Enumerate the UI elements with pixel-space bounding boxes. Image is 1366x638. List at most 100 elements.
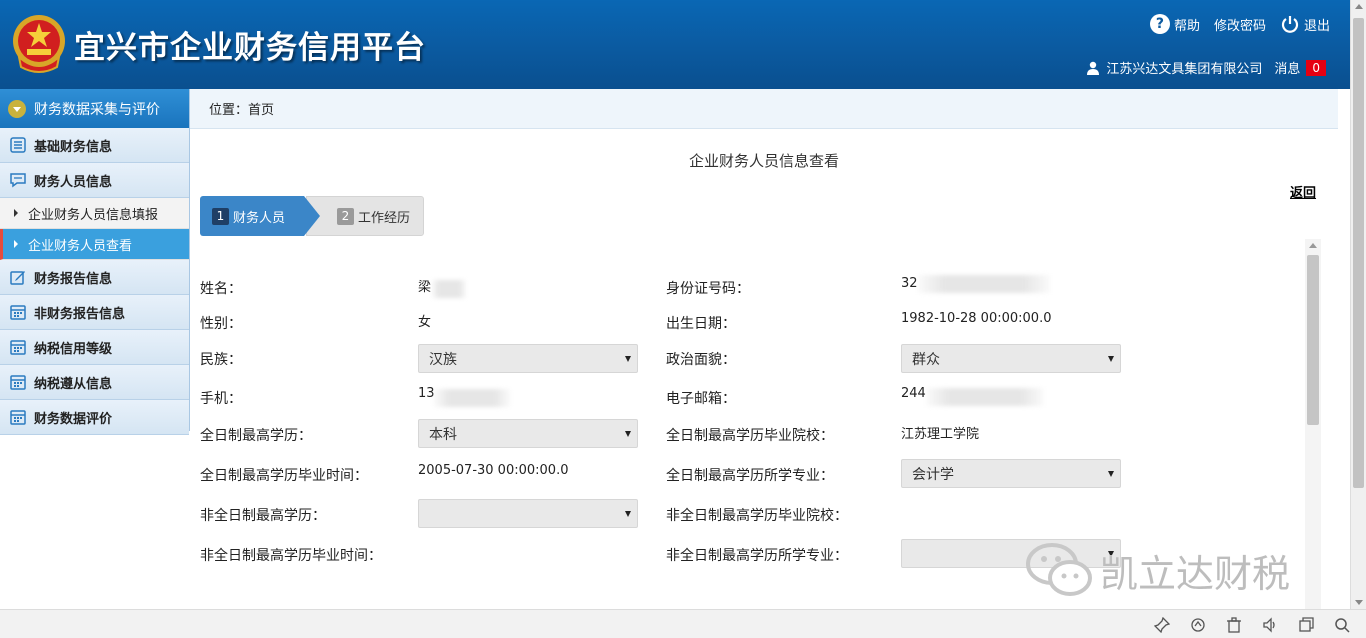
trash-icon[interactable]: [1226, 617, 1242, 633]
zoom-icon[interactable]: [1334, 617, 1350, 633]
select-value: 群众: [912, 351, 940, 368]
triangle-right-icon: [14, 240, 18, 248]
dropdown-caret-icon: [1108, 471, 1114, 477]
triangle-right-icon: [14, 209, 18, 217]
gender-value: 女: [418, 315, 432, 330]
parttime-education-select[interactable]: [418, 499, 638, 528]
sidebar-item-data-evaluation[interactable]: 财务数据评价: [0, 400, 189, 435]
sidebar-header-label: 财务数据采集与评价: [34, 101, 160, 118]
sidebar-header[interactable]: 财务数据采集与评价: [0, 89, 189, 128]
redaction-blur: [926, 388, 1044, 406]
messages-link[interactable]: 消息: [1274, 58, 1300, 77]
parttime-graduation-label: 非全日制最高学历毕业时间：: [200, 548, 382, 564]
back-link[interactable]: 返回: [1290, 182, 1316, 201]
parttime-school-label: 非全日制最高学历毕业院校：: [666, 508, 848, 524]
volume-icon[interactable]: [1262, 617, 1278, 633]
breadcrumb-text: 位置：首页: [209, 103, 275, 118]
id-number-value: 32: [901, 276, 918, 291]
sidebar-item-finance-staff[interactable]: 财务人员信息: [0, 163, 189, 198]
scroll-down-arrow-icon[interactable]: [1355, 600, 1363, 605]
fulltime-school-label: 全日制最高学历毕业院校：: [666, 428, 834, 444]
sidebar-item-label: 纳税遵从信息: [34, 376, 113, 392]
sidebar-item-tax-compliance[interactable]: 纳税遵从信息: [0, 365, 189, 400]
select-value: 汉族: [429, 351, 457, 368]
step-number: 2: [337, 207, 354, 225]
watermark-text: 凯立达财税: [1100, 551, 1291, 596]
site-title: 宜兴市企业财务信用平台: [74, 30, 426, 66]
dropdown-caret-icon: [625, 511, 631, 517]
fulltime-education-select[interactable]: 本科: [418, 419, 638, 448]
sidebar: 财务数据采集与评价 基础财务信息 财务人员信息 企业财务人员信息填报 企业财务人…: [0, 89, 190, 435]
refresh-icon[interactable]: [1190, 617, 1206, 633]
edit-icon: [10, 271, 25, 285]
phone-value: 13: [418, 386, 435, 401]
sidebar-item-label: 非财务报告信息: [34, 306, 126, 322]
sidebar-subitem-label: 企业财务人员查看: [28, 238, 133, 254]
window-scrollbar[interactable]: [1350, 0, 1366, 609]
fulltime-school-value: 江苏理工学院: [901, 427, 980, 442]
sidebar-item-nonfinance-report[interactable]: 非财务报告信息: [0, 295, 189, 330]
scroll-thumb[interactable]: [1307, 255, 1319, 425]
fulltime-graduation-label: 全日制最高学历毕业时间：: [200, 468, 368, 484]
scroll-up-arrow-icon[interactable]: [1309, 243, 1317, 248]
change-password-link[interactable]: 修改密码: [1214, 15, 1266, 34]
company-name: 江苏兴达文具集团有限公司: [1106, 62, 1263, 77]
step-tab-finance-staff[interactable]: 1 财务人员: [200, 196, 320, 236]
top-links: ? 帮助 修改密码 退出: [1136, 14, 1330, 34]
ethnicity-select[interactable]: 汉族: [418, 344, 638, 373]
power-icon: [1281, 16, 1299, 33]
email-value: 244: [901, 386, 926, 401]
list-icon: [10, 137, 26, 153]
sidebar-item-finance-report[interactable]: 财务报告信息: [0, 260, 189, 295]
sidebar-item-label: 财务数据评价: [34, 411, 113, 427]
dropdown-caret-icon: [1108, 356, 1114, 362]
form-scrollbar[interactable]: [1305, 239, 1321, 609]
name-value: 梁: [418, 280, 432, 295]
ethnicity-label: 民族：: [200, 352, 242, 368]
name-label: 姓名：: [200, 281, 242, 297]
chat-icon: [10, 173, 26, 188]
help-link[interactable]: ? 帮助: [1149, 14, 1200, 34]
select-value: 本科: [429, 426, 457, 443]
select-value: 会计学: [912, 466, 954, 483]
redaction-blur: [918, 275, 1050, 293]
step-number: 1: [212, 207, 229, 225]
user-icon: [1087, 61, 1100, 75]
logout-link[interactable]: 退出: [1280, 14, 1330, 34]
sidebar-item-label: 纳税信用等级: [34, 341, 113, 357]
scroll-thumb[interactable]: [1353, 18, 1364, 488]
dropdown-caret-icon: [625, 356, 631, 362]
political-status-label: 政治面貌：: [666, 352, 736, 368]
sidebar-item-label: 财务报告信息: [34, 271, 113, 287]
sidebar-item-tax-credit[interactable]: 纳税信用等级: [0, 330, 189, 365]
logout-label: 退出: [1303, 18, 1330, 34]
pin-icon[interactable]: [1154, 617, 1170, 633]
redaction-blur: [434, 389, 510, 407]
scroll-up-arrow-icon[interactable]: [1355, 4, 1363, 9]
gender-label: 性别：: [200, 316, 242, 332]
fulltime-major-select[interactable]: 会计学: [901, 459, 1121, 488]
message-count-badge[interactable]: 0: [1306, 59, 1326, 76]
political-status-select[interactable]: 群众: [901, 344, 1121, 373]
step-label: 财务人员: [233, 210, 286, 226]
id-number-label: 身份证号码：: [666, 281, 750, 297]
sidebar-subitem-staff-fill[interactable]: 企业财务人员信息填报: [0, 198, 189, 229]
collapse-toggle-icon: [8, 99, 26, 118]
sidebar-subitem-staff-view[interactable]: 企业财务人员查看: [0, 229, 189, 260]
calendar-icon: [10, 375, 26, 390]
watermark: 凯立达财税: [1024, 540, 1290, 600]
parttime-major-label: 非全日制最高学历所学专业：: [666, 548, 848, 564]
status-bar: [0, 609, 1366, 638]
wechat-logo-icon: [1026, 543, 1092, 596]
change-password-label: 修改密码: [1213, 18, 1266, 34]
calendar-icon: [10, 340, 26, 355]
app-header: 宜兴市企业财务信用平台 ? 帮助 修改密码 退出 江苏兴达文具集团有限公司 消息…: [0, 0, 1350, 89]
national-emblem-icon: [13, 15, 65, 73]
sidebar-item-basic-finance[interactable]: 基础财务信息: [0, 128, 189, 163]
calendar-icon: [10, 305, 26, 320]
parttime-education-label: 非全日制最高学历：: [200, 508, 326, 524]
step-tab-work-history[interactable]: 2 工作经历: [306, 196, 424, 236]
dropdown-caret-icon: [625, 431, 631, 437]
phone-label: 手机：: [200, 391, 242, 407]
window-icon[interactable]: [1298, 617, 1314, 633]
